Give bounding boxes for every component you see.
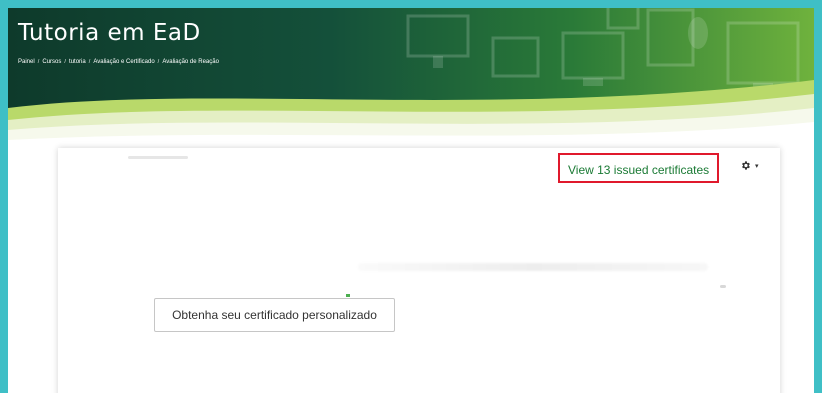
breadcrumb-painel[interactable]: Painel xyxy=(18,59,35,65)
breadcrumb-cursos[interactable]: Cursos xyxy=(42,59,61,65)
page-frame: Tutoria em EaD Painel / Cursos / tutoria / Ava… xyxy=(8,8,814,393)
breadcrumb: Painel / Cursos / tutoria / Avaliação e Certif… xyxy=(18,59,219,65)
breadcrumb-avaliacao-reacao[interactable]: Avaliação de Reação xyxy=(162,59,219,65)
gear-icon xyxy=(742,161,750,170)
faded-text-placeholder xyxy=(358,263,708,271)
breadcrumb-separator: / xyxy=(88,59,91,65)
get-certificate-button[interactable]: Obtenha seu certificado personalizado xyxy=(154,298,395,332)
main-content-card: View 13 issued certificates ▾ Obtenha se… xyxy=(58,148,780,393)
view-issued-certificates-link[interactable]: View 13 issued certificates xyxy=(558,153,720,183)
breadcrumb-avaliacao-certificado[interactable]: Avaliação e Certificado xyxy=(93,59,154,65)
decorative-mark xyxy=(346,294,350,297)
site-title: Tutoria em EaD xyxy=(18,20,201,46)
breadcrumb-separator: / xyxy=(157,59,160,65)
chevron-down-icon: ▾ xyxy=(755,161,759,170)
breadcrumb-tutoria[interactable]: tutoria xyxy=(69,59,86,65)
breadcrumb-separator: / xyxy=(37,59,40,65)
faded-text-placeholder xyxy=(720,285,726,288)
settings-menu-toggle[interactable]: ▾ xyxy=(740,160,759,171)
breadcrumb-separator: / xyxy=(64,59,67,65)
faded-text-placeholder xyxy=(128,156,188,159)
header-banner: Tutoria em EaD Painel / Cursos / tutoria / Ava… xyxy=(8,8,814,168)
